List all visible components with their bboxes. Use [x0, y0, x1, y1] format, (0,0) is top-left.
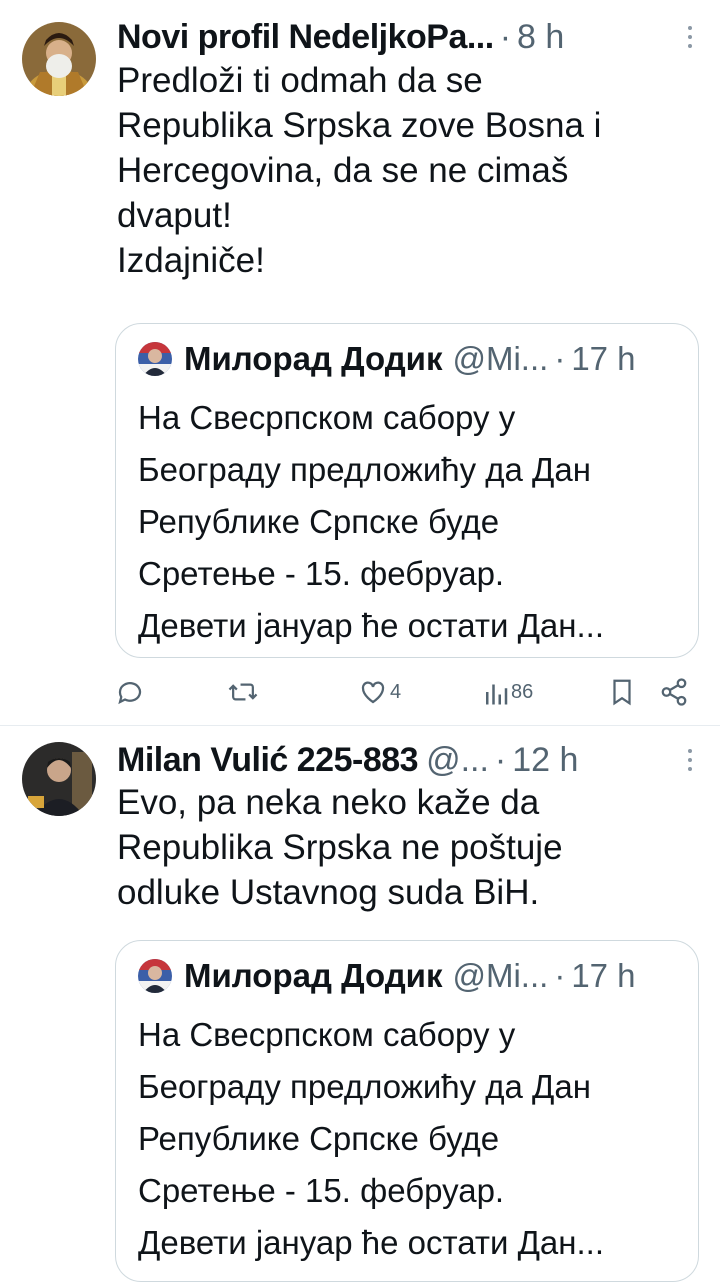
- like-count: 4: [390, 680, 402, 703]
- text-line: Сретење - 15. фебруар.: [138, 555, 505, 592]
- author-handle[interactable]: @...: [426, 741, 489, 780]
- views-button[interactable]: 86: [483, 670, 533, 714]
- bookmark-button[interactable]: [609, 670, 635, 714]
- tweet-2[interactable]: Milan Vulić 225-883 @... · 12 h Evo, pa …: [0, 726, 720, 1282]
- text-line: Republika Srpska ne poštuje: [117, 828, 563, 867]
- timestamp[interactable]: 8 h: [517, 18, 564, 57]
- share-button[interactable]: [659, 670, 689, 714]
- tweet-text: Evo, pa neka neko kaže da Republika Srps…: [117, 780, 690, 915]
- text-line: Девети јануар ће остати Дан...: [138, 607, 604, 644]
- quoted-tweet[interactable]: Милорад Додик @Mi... · 17 h На Свесрпско…: [115, 323, 699, 658]
- view-count: 86: [511, 680, 534, 703]
- separator-dot: ·: [554, 957, 566, 994]
- text-line: Девети јануар ће остати Дан...: [138, 1224, 604, 1261]
- text-line: На Свесрпском сабору у: [138, 1016, 516, 1053]
- tweet-1[interactable]: Novi profil NedeljkoPa... · 8 h Predloži…: [0, 0, 720, 725]
- more-options-icon[interactable]: [688, 749, 700, 771]
- text-line: Izdajniče!: [117, 241, 265, 280]
- quoted-author-handle[interactable]: @Mi...: [452, 957, 548, 995]
- text-line: Сретење - 15. фебруар.: [138, 1172, 505, 1209]
- timestamp[interactable]: 12 h: [512, 741, 578, 780]
- action-bar: 4 86: [115, 670, 695, 714]
- tweet-text: Predloži ti odmah da se Republika Srpska…: [117, 58, 690, 283]
- heart-icon: [361, 681, 385, 704]
- separator-dot: ·: [494, 740, 507, 779]
- text-line: Hercegovina, da se ne cimaš: [117, 151, 569, 190]
- text-line: odluke Ustavnog suda BiH.: [117, 873, 540, 912]
- reply-button[interactable]: [115, 670, 147, 714]
- retweet-button[interactable]: [227, 670, 261, 714]
- text-line: Београду предложићу да Дан: [138, 451, 591, 488]
- like-button[interactable]: 4: [358, 670, 401, 714]
- quoted-text: На Свесрпском сабору у Београду предложи…: [138, 1009, 680, 1269]
- quoted-text: На Свесрпском сабору у Београду предложи…: [138, 392, 680, 652]
- avatar[interactable]: [22, 22, 96, 96]
- text-line: Републике Српске буде: [138, 503, 500, 540]
- separator-dot: ·: [554, 340, 566, 377]
- avatar[interactable]: [22, 742, 96, 816]
- reply-icon: [118, 682, 142, 705]
- author-name[interactable]: Novi profil NedeljkoPa...: [117, 18, 494, 57]
- text-line: Republika Srpska zove Bosna i: [117, 106, 602, 145]
- quoted-author-handle[interactable]: @Mi...: [452, 340, 548, 378]
- quoted-author-name[interactable]: Милорад Додик: [184, 340, 442, 378]
- quoted-timestamp[interactable]: 17 h: [571, 340, 635, 378]
- separator-dot: ·: [499, 17, 512, 56]
- bookmark-icon: [613, 679, 631, 706]
- text-line: Evo, pa neka neko kaže da: [117, 783, 540, 822]
- text-line: Београду предложићу да Дан: [138, 1068, 591, 1105]
- text-line: dvaput!: [117, 196, 232, 235]
- text-line: Републике Српске буде: [138, 1120, 500, 1157]
- retweet-icon: [228, 683, 258, 701]
- text-line: Predloži ti odmah da se: [117, 61, 483, 100]
- share-icon: [661, 678, 687, 706]
- quoted-tweet[interactable]: Милорад Додик @Mi... · 17 h На Свесрпско…: [115, 940, 699, 1282]
- author-name[interactable]: Milan Vulić 225-883: [117, 741, 418, 780]
- quoted-timestamp[interactable]: 17 h: [571, 957, 635, 995]
- quoted-avatar: [138, 342, 172, 376]
- text-line: На Свесрпском сабору у: [138, 399, 516, 436]
- analytics-icon: [486, 684, 508, 705]
- quoted-avatar: [138, 959, 172, 993]
- more-options-icon[interactable]: [688, 26, 700, 48]
- quoted-author-name[interactable]: Милорад Додик: [184, 957, 442, 995]
